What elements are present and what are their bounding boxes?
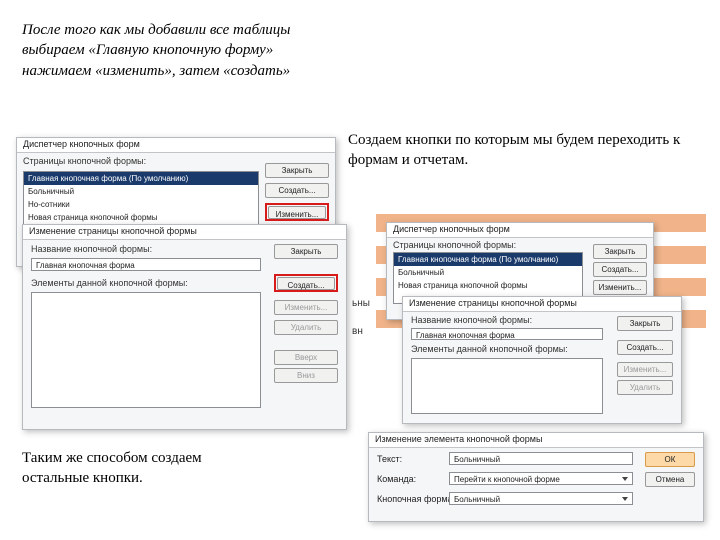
items-label: Элементы данной кнопочной формы: — [31, 278, 188, 288]
items-list[interactable] — [31, 292, 261, 408]
delete-button[interactable]: Удалить — [617, 380, 673, 395]
side-label: ьны — [352, 298, 370, 309]
new-button[interactable]: Создать... — [617, 340, 673, 355]
list-item[interactable]: Новая страница кнопочной формы — [394, 279, 582, 292]
text-input[interactable]: Больничный — [449, 452, 633, 465]
list-item[interactable]: Главная кнопочная форма (По умолчанию) — [394, 253, 582, 266]
new-highlight: Создать... — [274, 274, 338, 292]
dialog-title: Изменение страницы кнопочной формы — [23, 225, 346, 240]
items-label: Элементы данной кнопочной формы: — [411, 344, 568, 354]
cancel-button[interactable]: Отмена — [645, 472, 695, 487]
list-item[interactable]: Новая страница кнопочной формы — [24, 211, 258, 224]
ok-button[interactable]: ОК — [645, 452, 695, 467]
text-label: Текст: — [377, 454, 402, 464]
down-button[interactable]: Вниз — [274, 368, 338, 383]
new-button[interactable]: Создать... — [265, 183, 329, 198]
items-list[interactable] — [411, 358, 603, 414]
dialog-title: Изменение страницы кнопочной формы — [403, 297, 681, 312]
list-item[interactable]: Больничный — [24, 185, 258, 198]
list-item[interactable]: Главная кнопочная форма (По умолчанию) — [24, 172, 258, 185]
edit-button[interactable]: Изменить... — [617, 362, 673, 377]
edit-page-dialog-2: Изменение страницы кнопочной формы Назва… — [402, 296, 682, 424]
edit-button[interactable]: Изменить... — [593, 280, 647, 295]
list-label: Страницы кнопочной формы: — [393, 240, 516, 250]
edit-page-dialog: Изменение страницы кнопочной формы Назва… — [22, 224, 347, 430]
edit-button[interactable]: Изменить... — [274, 300, 338, 315]
close-button[interactable]: Закрыть — [274, 244, 338, 259]
up-button[interactable]: Вверх — [274, 350, 338, 365]
name-label: Название кнопочной формы: — [411, 315, 532, 325]
edit-button[interactable]: Изменить... — [268, 206, 326, 219]
close-button[interactable]: Закрыть — [265, 163, 329, 178]
caption-bottom-left: Таким же способом создаем остальные кноп… — [22, 448, 272, 489]
edit-element-dialog: Изменение элемента кнопочной формы Текст… — [368, 432, 704, 522]
name-input[interactable]: Главная кнопочная форма — [411, 328, 603, 340]
dialog-title: Диспетчер кнопочных форм — [387, 223, 653, 238]
close-button[interactable]: Закрыть — [593, 244, 647, 259]
command-label: Команда: — [377, 474, 416, 484]
side-label: вн — [352, 326, 363, 337]
dialog-title: Изменение элемента кнопочной формы — [369, 433, 703, 448]
caption-top-right: Создаем кнопки по которым мы будем перех… — [348, 130, 703, 171]
close-button[interactable]: Закрыть — [617, 316, 673, 331]
list-item[interactable]: Больничный — [394, 266, 582, 279]
form-label: Кнопочная форма: — [377, 494, 455, 504]
name-input[interactable]: Главная кнопочная форма — [31, 258, 261, 271]
new-button[interactable]: Создать... — [593, 262, 647, 277]
form-select[interactable]: Больничный — [449, 492, 633, 505]
dialog-title: Диспетчер кнопочных форм — [17, 138, 335, 153]
edit-highlight: Изменить... — [265, 203, 329, 221]
command-select[interactable]: Перейти к кнопочной форме — [449, 472, 633, 485]
new-button[interactable]: Создать... — [277, 277, 335, 290]
caption-top-left: После того как мы добавили все таблицы в… — [22, 20, 322, 81]
name-label: Название кнопочной формы: — [31, 244, 152, 254]
list-item[interactable]: Но-сотники — [24, 198, 258, 211]
list-label: Страницы кнопочной формы: — [23, 156, 146, 166]
delete-button[interactable]: Удалить — [274, 320, 338, 335]
